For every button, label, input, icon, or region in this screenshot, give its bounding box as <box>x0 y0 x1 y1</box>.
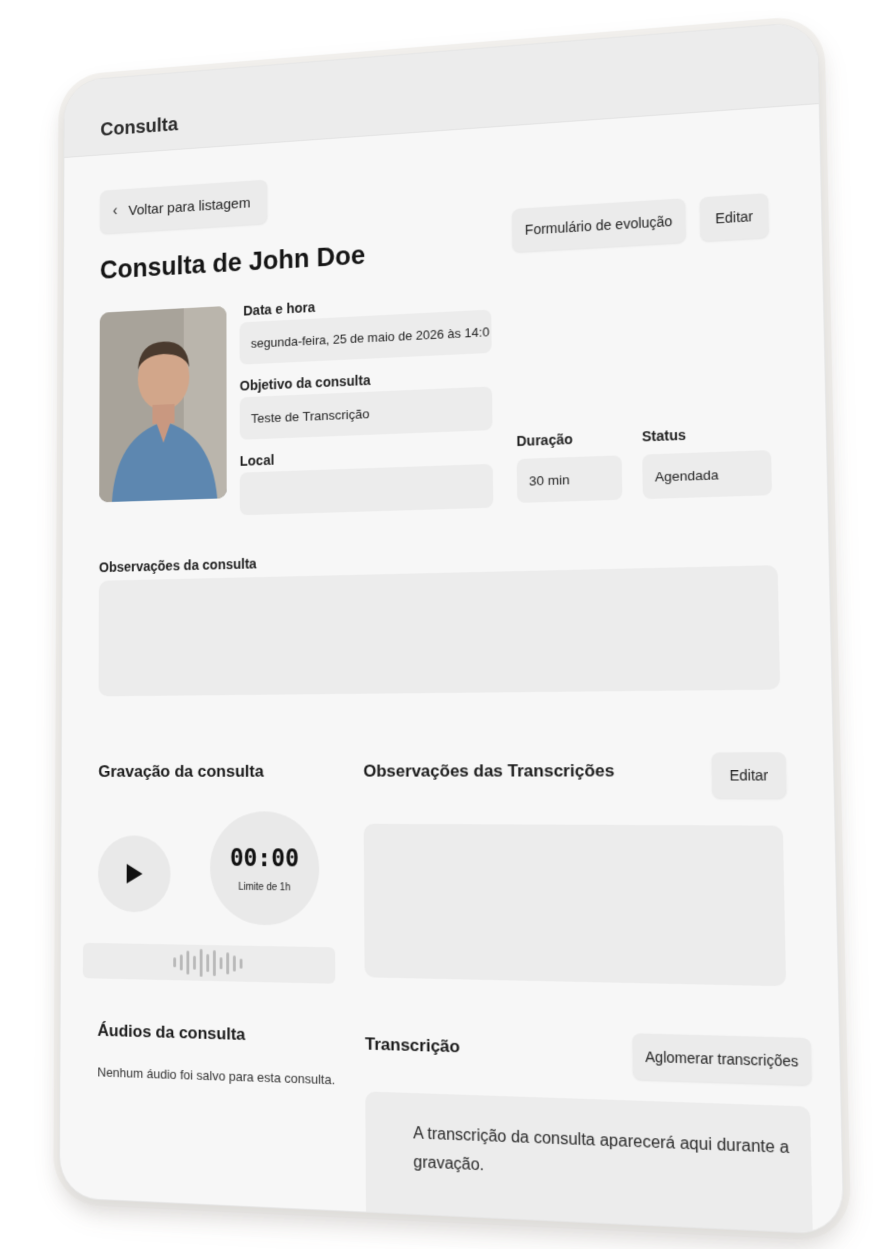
stage: Consulta ‹ Voltar para listagem Formulár… <box>0 0 875 1249</box>
datetime-label: Data e hora <box>243 299 316 319</box>
timer-display: 00:00 Limite de 1h <box>210 811 320 926</box>
timer-limit: Limite de 1h <box>238 881 291 893</box>
datetime-field[interactable]: segunda-feira, 25 de maio de 2026 às 14:… <box>239 309 492 365</box>
status-label: Status <box>641 426 687 445</box>
location-label: Local <box>239 452 275 469</box>
notes-field[interactable] <box>98 565 781 697</box>
merge-transcriptions-button[interactable]: Aglomerar transcrições <box>632 1033 812 1086</box>
objective-label: Objetivo da consulta <box>239 372 371 394</box>
recording-title: Gravação da consulta <box>98 761 264 781</box>
top-bar: Consulta <box>64 21 819 158</box>
transcription-notes-field[interactable] <box>363 823 787 987</box>
transcription-title: Transcrição <box>364 1034 461 1057</box>
page-title: Consulta de John Doe <box>99 240 366 285</box>
status-field[interactable]: Agendada <box>642 450 773 500</box>
play-button[interactable] <box>97 835 171 913</box>
play-icon <box>126 863 143 884</box>
duration-label: Duração <box>516 430 573 450</box>
edit-button[interactable]: Editar <box>699 193 769 242</box>
patient-avatar-illustration <box>99 305 227 503</box>
duration-field[interactable]: 30 min <box>516 455 623 503</box>
audios-title: Áudios da consulta <box>97 1020 246 1045</box>
back-to-list-button[interactable]: ‹ Voltar para listagem <box>100 179 268 234</box>
evolution-form-button[interactable]: Formulário de evolução <box>511 198 686 253</box>
waveform-bar <box>82 942 336 984</box>
top-bar-title: Consulta <box>100 114 178 141</box>
patient-photo <box>99 305 227 503</box>
edit-transcription-notes-button[interactable]: Editar <box>711 752 787 799</box>
audios-empty-text: Nenhum áudio foi salvo para esta consult… <box>97 1064 336 1088</box>
notes-label: Observações da consulta <box>98 555 257 576</box>
timer-value: 00:00 <box>229 843 300 872</box>
chevron-left-icon: ‹ <box>112 202 118 220</box>
back-button-label: Voltar para listagem <box>128 194 251 219</box>
objective-field[interactable]: Teste de Transcrição <box>239 386 493 440</box>
location-field[interactable] <box>239 463 494 516</box>
transcription-notes-title: Observações das Transcrições <box>363 760 615 781</box>
waveform-icon <box>172 948 243 977</box>
app-window: Consulta ‹ Voltar para listagem Formulár… <box>58 20 845 1236</box>
